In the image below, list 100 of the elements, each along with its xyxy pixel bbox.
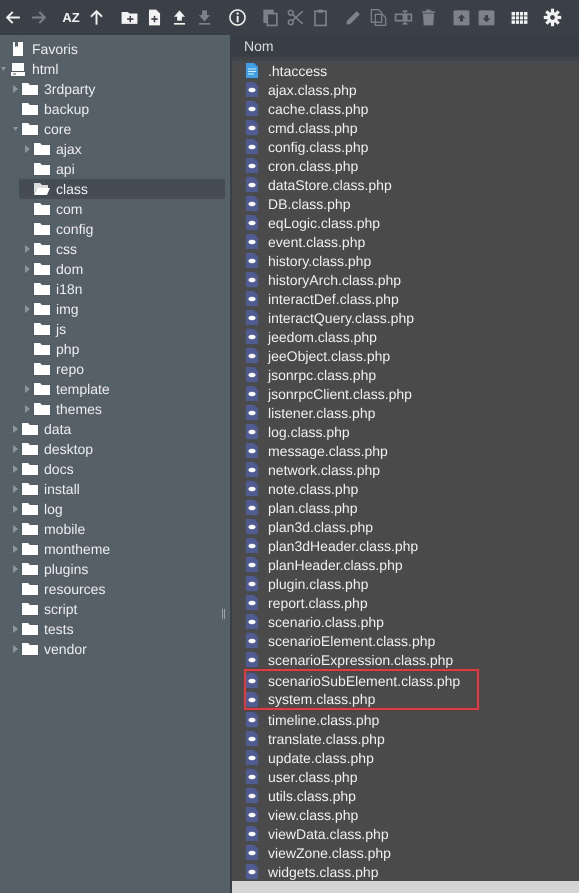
file-row[interactable]: plugin.class.php	[232, 574, 579, 594]
collapsed-arrow-icon[interactable]	[25, 405, 30, 413]
tree-item[interactable]: img	[0, 299, 230, 319]
column-header[interactable]: Nom	[232, 35, 579, 62]
file-row[interactable]: jsonrpc.class.php	[232, 365, 579, 384]
tree-item[interactable]: mobile	[0, 519, 230, 539]
file-row[interactable]: timeline.class.php	[232, 710, 579, 730]
file-row[interactable]: DB.class.php	[232, 194, 579, 214]
collapsed-arrow-icon[interactable]	[13, 445, 18, 453]
file-row[interactable]: jeeObject.class.php	[232, 346, 579, 366]
tree-item[interactable]: repo	[0, 359, 230, 379]
collapsed-arrow-icon[interactable]	[13, 485, 18, 493]
file-row[interactable]: user.class.php	[232, 767, 579, 786]
collapsed-arrow-icon[interactable]	[13, 625, 18, 633]
collapsed-arrow-icon[interactable]	[25, 145, 30, 153]
file-row[interactable]: network.class.php	[232, 460, 579, 480]
file-row[interactable]: viewZone.class.php	[232, 843, 579, 862]
tree-label: log	[44, 500, 63, 518]
file-row[interactable]: history.class.php	[232, 251, 579, 270]
file-row[interactable]: dataStore.class.php	[232, 175, 579, 194]
collapsed-arrow-icon[interactable]	[13, 545, 18, 553]
resize-grip-icon[interactable]	[222, 609, 225, 619]
file-row[interactable]: report.class.php	[232, 593, 579, 612]
tree-item[interactable]: html	[0, 59, 230, 79]
file-row[interactable]: plan.class.php	[232, 498, 579, 518]
tree-item[interactable]: vendor	[0, 639, 230, 659]
collapsed-arrow-icon[interactable]	[13, 505, 18, 513]
tree-item[interactable]: plugins	[0, 559, 230, 579]
file-row[interactable]: planHeader.class.php	[232, 555, 579, 574]
tree-item[interactable]: tests	[0, 619, 230, 639]
file-row[interactable]: scenario.class.php	[232, 612, 579, 632]
file-row[interactable]: plan3dHeader.class.php	[232, 536, 579, 556]
file-row[interactable]: jeedom.class.php	[232, 327, 579, 346]
file-row[interactable]: system.class.php	[246, 690, 477, 708]
tree-item[interactable]: install	[0, 479, 230, 499]
file-row[interactable]: scenarioExpression.class.php	[232, 650, 579, 670]
tree-item[interactable]: docs	[0, 459, 230, 479]
tree-item[interactable]: backup	[0, 99, 230, 119]
file-row[interactable]: ajax.class.php	[232, 80, 579, 100]
file-row[interactable]: message.class.php	[232, 441, 579, 460]
expanded-arrow-icon[interactable]	[13, 125, 18, 133]
collapsed-arrow-icon[interactable]	[25, 245, 30, 253]
collapsed-arrow-icon[interactable]	[13, 645, 18, 653]
file-row[interactable]: translate.class.php	[232, 729, 579, 748]
file-row[interactable]: utils.class.php	[232, 786, 579, 806]
file-row[interactable]: interactQuery.class.php	[232, 308, 579, 328]
tree-item[interactable]: css	[0, 239, 230, 259]
file-row[interactable]: event.class.php	[232, 232, 579, 252]
file-row[interactable]: cron.class.php	[232, 156, 579, 176]
tree-item[interactable]: Favoris	[0, 39, 230, 59]
file-row[interactable]: interactDef.class.php	[232, 289, 579, 308]
collapsed-arrow-icon[interactable]	[25, 265, 30, 273]
file-row[interactable]: historyArch.class.php	[232, 270, 579, 290]
collapsed-arrow-icon[interactable]	[25, 305, 30, 313]
tree-item[interactable]: montheme	[0, 539, 230, 559]
file-row[interactable]: note.class.php	[232, 479, 579, 498]
file-row[interactable]: scenarioSubElement.class.php	[246, 671, 477, 690]
tree-item[interactable]: i18n	[0, 279, 230, 299]
tree-item[interactable]: data	[0, 419, 230, 439]
file-row[interactable]: cache.class.php	[232, 99, 579, 118]
collapsed-arrow-icon[interactable]	[25, 385, 30, 393]
scrollbar[interactable]	[232, 881, 579, 893]
tree-item[interactable]: resources	[0, 579, 230, 599]
tree-item[interactable]: themes	[0, 399, 230, 419]
tree-item[interactable]: ajax	[0, 139, 230, 159]
tree-label: montheme	[44, 540, 110, 558]
file-row[interactable]: log.class.php	[232, 422, 579, 442]
file-row[interactable]: plan3d.class.php	[232, 517, 579, 536]
folder-icon	[22, 102, 38, 116]
file-row[interactable]: listener.class.php	[232, 403, 579, 422]
file-row[interactable]: scenarioElement.class.php	[232, 631, 579, 650]
file-row[interactable]: update.class.php	[232, 748, 579, 768]
tree-item[interactable]: desktop	[0, 439, 230, 459]
collapsed-arrow-icon[interactable]	[13, 525, 18, 533]
tree-item[interactable]: php	[0, 339, 230, 359]
tree-item[interactable]: core	[0, 119, 230, 139]
tree-item[interactable]: script	[0, 599, 230, 619]
tree-item[interactable]: template	[0, 379, 230, 399]
collapsed-arrow-icon[interactable]	[13, 85, 18, 93]
tree-item[interactable]: com	[0, 199, 230, 219]
tree-item[interactable]: log	[0, 499, 230, 519]
file-row[interactable]: view.class.php	[232, 805, 579, 824]
expanded-arrow-icon[interactable]	[1, 65, 6, 73]
tree-item[interactable]: js	[0, 319, 230, 339]
collapsed-arrow-icon[interactable]	[13, 565, 18, 573]
file-row[interactable]: config.class.php	[232, 137, 579, 156]
tree-item[interactable]: config	[0, 219, 230, 239]
collapsed-arrow-icon[interactable]	[13, 425, 18, 433]
tree-item[interactable]: dom	[0, 259, 230, 279]
sort-button[interactable]: AZ	[60, 6, 82, 30]
file-row[interactable]: cmd.class.php	[232, 118, 579, 138]
file-row[interactable]: widgets.class.php	[232, 862, 579, 882]
file-row[interactable]: eqLogic.class.php	[232, 213, 579, 232]
file-row[interactable]: jsonrpcClient.class.php	[232, 384, 579, 404]
tree-item[interactable]: api	[0, 159, 230, 179]
file-row[interactable]: viewData.class.php	[232, 824, 579, 844]
collapsed-arrow-icon[interactable]	[13, 465, 18, 473]
file-row[interactable]: .htaccess	[232, 61, 579, 80]
tree-item[interactable]: class	[19, 179, 225, 199]
tree-item[interactable]: 3rdparty	[0, 79, 230, 99]
